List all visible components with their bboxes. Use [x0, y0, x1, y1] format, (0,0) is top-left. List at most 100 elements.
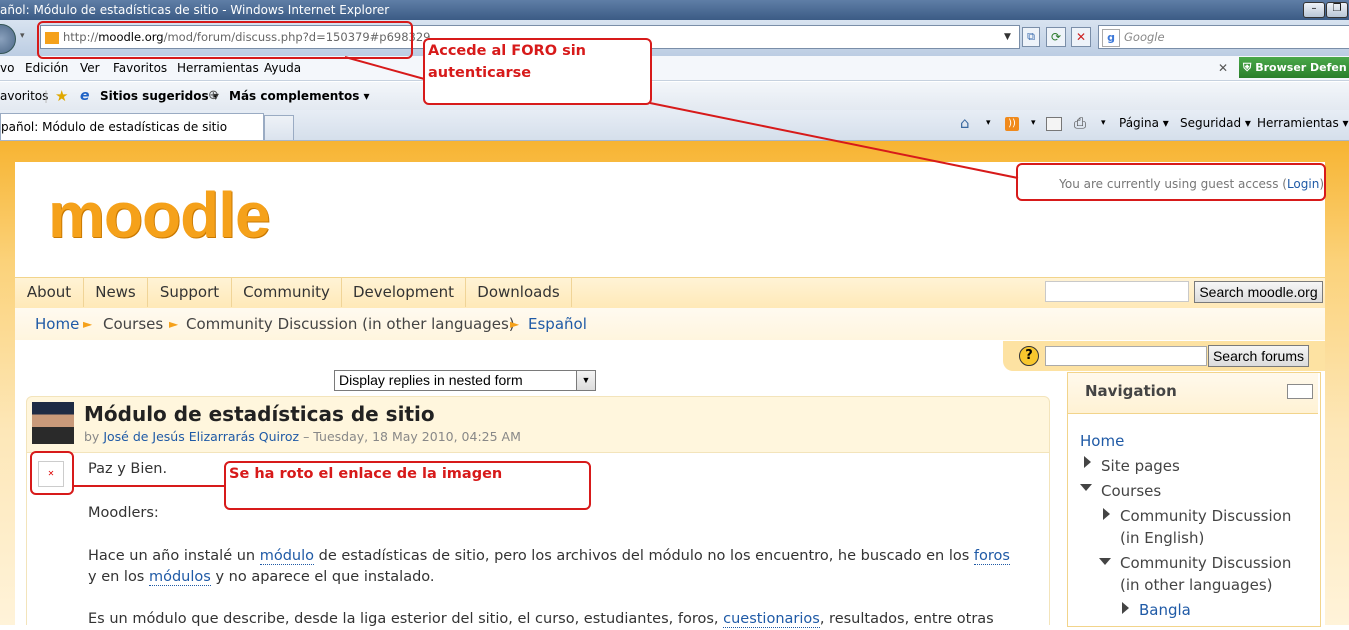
author-avatar[interactable]: [32, 402, 74, 444]
restore-button[interactable]: ❐: [1326, 2, 1348, 18]
byline-prefix: by: [84, 429, 104, 444]
nav-cd-english[interactable]: Community Discussion (in English): [1120, 505, 1291, 549]
nav-support[interactable]: Support: [148, 277, 232, 307]
text: de estadísticas de sitio, pero los archi…: [314, 548, 974, 564]
menu-favorites[interactable]: Favoritos: [113, 56, 167, 80]
site-search-input[interactable]: [1045, 281, 1189, 302]
nav-home[interactable]: Home: [1080, 430, 1124, 452]
cuestionarios-link[interactable]: cuestionarios: [723, 611, 820, 628]
ie-icon: e: [80, 88, 90, 104]
breadcrumb-courses[interactable]: Courses: [103, 308, 163, 340]
author-link[interactable]: José de Jesús Elizarrarás Quiroz: [103, 429, 299, 444]
post-paragraph: Paz y Bien.: [88, 461, 168, 477]
expand-arrow-icon[interactable]: [1103, 508, 1110, 520]
text: y en los: [88, 569, 149, 585]
help-icon[interactable]: ?: [1019, 346, 1039, 366]
nav-news[interactable]: News: [84, 277, 148, 307]
text: Hace un año instalé un: [88, 548, 260, 564]
nav-bangla[interactable]: Bangla: [1139, 599, 1191, 621]
nav-courses[interactable]: Courses: [1101, 480, 1161, 502]
tab-active[interactable]: pañol: Módulo de estadísticas de sitio: [0, 113, 264, 140]
menu-file[interactable]: vo: [0, 56, 14, 80]
tools-menu[interactable]: Herramientas ▾: [1257, 116, 1349, 130]
post-date: – Tuesday, 18 May 2010, 04:25 AM: [299, 429, 521, 444]
forum-callout: Accede al FORO sin autenticarse: [423, 38, 652, 105]
feed-dropdown-icon[interactable]: ▾: [1031, 118, 1036, 128]
favorites-button[interactable]: avoritos: [0, 82, 48, 110]
nav-label: (in English): [1120, 529, 1205, 547]
post-paragraph: Moodlers:: [88, 505, 159, 521]
menu-edit[interactable]: Edición: [25, 56, 68, 80]
search-box[interactable]: g Google: [1098, 25, 1349, 49]
more-addons-link[interactable]: Más complementos ▾: [229, 82, 370, 110]
breadcrumb-separator-icon: ►: [169, 317, 179, 331]
page-menu[interactable]: Página ▾: [1119, 116, 1169, 130]
minimize-button[interactable]: –: [1303, 2, 1325, 18]
rss-feed-icon[interactable]: )): [1005, 117, 1019, 131]
window-titlebar: añol: Módulo de estadísticas de sitio - …: [0, 0, 1349, 20]
expand-arrow-icon[interactable]: [1084, 456, 1091, 468]
window-title: añol: Módulo de estadísticas de sitio - …: [0, 3, 390, 17]
forum-search-input[interactable]: [1045, 346, 1207, 366]
favorites-bar: avoritos | ★ e Sitios sugeridos ▾ ⊕ Más …: [0, 82, 1349, 110]
forum-search-button[interactable]: Search forums: [1208, 345, 1309, 367]
google-icon: g: [1102, 28, 1120, 47]
nav-cd-other[interactable]: Community Discussion (in other languages): [1120, 552, 1291, 596]
menu-help[interactable]: Ayuda: [264, 56, 301, 80]
breadcrumb-community[interactable]: Community Discussion (in other languages…: [186, 308, 515, 340]
nav-label: Community Discussion: [1120, 507, 1292, 525]
image-callout: Se ha roto el enlace de la imagen: [224, 461, 591, 510]
post-paragraph: Es un módulo que describe, desde la liga…: [88, 609, 1043, 630]
moodle-logo[interactable]: moodle: [48, 178, 271, 252]
nav-development[interactable]: Development: [342, 277, 466, 307]
mail-icon[interactable]: [1046, 117, 1062, 131]
collapse-arrow-icon[interactable]: [1080, 484, 1092, 491]
browser-defender-button[interactable]: ⛨ Browser Defen: [1239, 57, 1349, 78]
search-placeholder: Google: [1124, 30, 1165, 44]
navigation-title: Navigation: [1085, 382, 1177, 400]
close-toolbar-icon[interactable]: ✕: [1218, 56, 1228, 80]
stop-icon[interactable]: ✕: [1071, 27, 1091, 47]
foros-link[interactable]: foros: [973, 548, 1010, 565]
modulo-link[interactable]: módulo: [259, 548, 315, 565]
display-mode-select[interactable]: Display replies in nested form ▼: [334, 370, 596, 391]
address-dropdown-icon[interactable]: ▼: [1004, 26, 1011, 48]
breadcrumb: Home ► Courses ► Community Discussion (i…: [15, 308, 1325, 340]
site-search-button[interactable]: Search moodle.org: [1194, 281, 1323, 303]
menu-bar: vo Edición Ver Favoritos Herramientas Ay…: [0, 56, 1349, 81]
breadcrumb-home[interactable]: Home: [35, 308, 79, 340]
home-icon[interactable]: ⌂: [960, 114, 970, 132]
tab-title: pañol: Módulo de estadísticas de sitio: [1, 120, 228, 134]
nav-site-pages[interactable]: Site pages: [1101, 455, 1180, 477]
toolbar-divider: |: [44, 89, 49, 103]
display-mode-value: Display replies in nested form: [339, 372, 523, 388]
breadcrumb-separator-icon: ►: [510, 317, 520, 331]
print-icon[interactable]: ⎙: [1074, 114, 1086, 132]
modulos-link[interactable]: módulos: [148, 569, 211, 586]
menu-tools[interactable]: Herramientas: [177, 56, 259, 80]
expand-arrow-icon[interactable]: [1122, 602, 1129, 614]
home-dropdown-icon[interactable]: ▾: [986, 118, 991, 128]
nav-downloads[interactable]: Downloads: [466, 277, 572, 307]
chevron-down-icon[interactable]: ▼: [576, 371, 595, 390]
compatibility-view-icon[interactable]: ⧉: [1022, 27, 1040, 47]
new-tab-button[interactable]: [264, 115, 294, 140]
dock-block-icon[interactable]: [1287, 384, 1313, 399]
print-dropdown-icon[interactable]: ▾: [1101, 118, 1106, 128]
suggested-sites-link[interactable]: Sitios sugeridos ▾: [100, 82, 219, 110]
security-menu[interactable]: Seguridad ▾: [1180, 116, 1251, 130]
menu-view[interactable]: Ver: [80, 56, 100, 80]
breadcrumb-current[interactable]: Español: [528, 308, 587, 340]
nav-about[interactable]: About: [15, 277, 84, 307]
addons-icon: ⊕: [208, 88, 219, 103]
address-highlight-box: [37, 21, 413, 59]
history-dropdown-icon[interactable]: ▾: [20, 31, 25, 41]
breadcrumb-separator-icon: ►: [83, 317, 93, 331]
nav-community[interactable]: Community: [232, 277, 342, 307]
add-favorite-star-icon[interactable]: ★: [55, 82, 68, 110]
shield-icon: ⛨: [1243, 61, 1252, 74]
collapse-arrow-icon[interactable]: [1099, 558, 1111, 565]
refresh-icon[interactable]: ⟳: [1046, 27, 1066, 47]
text: y no aparece el que instalado.: [210, 569, 435, 585]
post-title: Módulo de estadísticas de sitio: [84, 402, 435, 426]
